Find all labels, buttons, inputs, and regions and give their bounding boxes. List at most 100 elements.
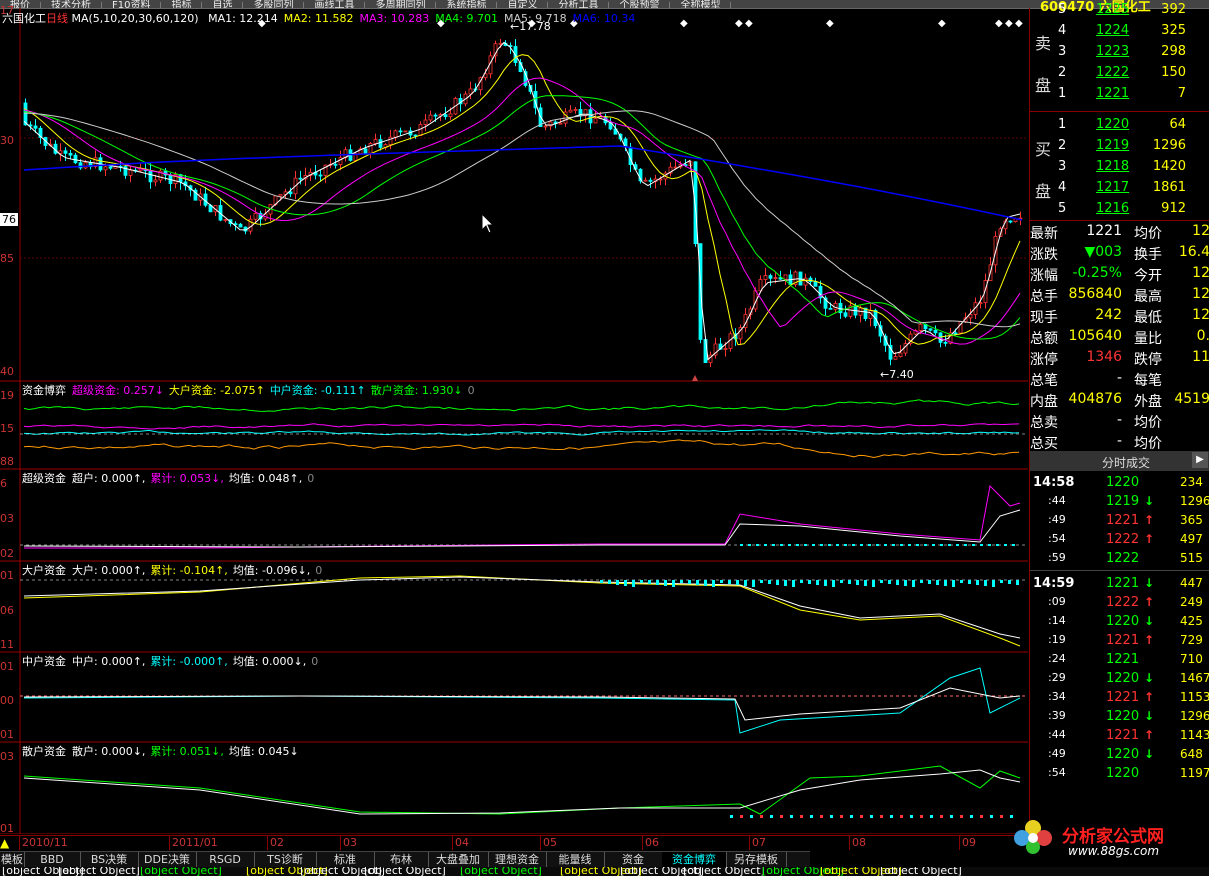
candle <box>418 124 423 137</box>
super-bar <box>868 544 871 546</box>
ma60-line <box>23 110 1021 328</box>
sells-vol: 298 <box>1161 44 1186 59</box>
chart-canvas[interactable]: ◆ ◆ ◆ ◆ ◆ ◆ ◆ ◆ ◆ ◆ ◆ ◆ <box>0 8 1028 834</box>
tab-11[interactable]: 资金 <box>604 852 663 868</box>
panel-value: 均值: 0.048↑, <box>228 472 303 485</box>
big-bar <box>840 580 843 583</box>
big-bar <box>936 580 939 585</box>
tab-6[interactable]: 标准 <box>316 852 375 868</box>
tick-time: :59 <box>1048 551 1066 564</box>
panel-value: 大户: 0.000↑, <box>72 564 146 577</box>
big-avg-line <box>23 576 1021 639</box>
panel-value: 0 <box>307 472 315 485</box>
candle <box>828 307 833 310</box>
tab-5[interactable]: TS诊断 <box>254 852 317 868</box>
super-bar <box>844 544 847 546</box>
date-label: 06 <box>645 836 659 849</box>
tab-3[interactable]: DDE决策 <box>138 852 197 868</box>
candle <box>573 109 578 111</box>
big-bar <box>912 580 915 587</box>
signal-marker: ◆ <box>745 18 753 29</box>
big-bar <box>968 580 971 584</box>
ticks-title: 分时成交 <box>1102 456 1151 470</box>
big-bar <box>832 580 835 587</box>
buys-level-row[interactable]: 3 1218 1420 <box>1030 157 1209 178</box>
super-bar <box>748 544 751 546</box>
status-item: [object Object] <box>460 867 542 876</box>
sells-level-row[interactable]: 1 1221 7 <box>1030 84 1209 105</box>
super-bar <box>836 544 839 546</box>
buys-level-row[interactable]: 1 1220 64 <box>1030 115 1209 136</box>
ticks-header[interactable]: 分时成交 ▶ <box>1030 451 1209 471</box>
tab-1[interactable]: BBD <box>24 852 81 868</box>
candle <box>333 163 338 166</box>
super-bar <box>980 544 983 546</box>
stat-v1: ▼003 <box>1084 244 1123 260</box>
big-bar <box>640 580 643 583</box>
tab-8[interactable]: 大盘叠加 <box>428 852 489 868</box>
candle <box>253 212 258 220</box>
panel-value: 大户资金: -2.075↑ <box>168 384 265 397</box>
sells-level-row[interactable]: 2 1222 150 <box>1030 63 1209 84</box>
candle <box>223 219 228 221</box>
tick-direction-icon: ↓ <box>1144 614 1155 628</box>
tab-2[interactable]: BS决策 <box>80 852 139 868</box>
chart-area[interactable]: ◆ ◆ ◆ ◆ ◆ ◆ ◆ ◆ ◆ ◆ ◆ ◆ <box>0 8 1028 834</box>
tick-direction-icon: ↓ <box>1144 576 1155 590</box>
super-bar <box>900 544 903 546</box>
super-cum-line <box>24 484 1021 549</box>
super-bar <box>996 544 999 546</box>
tick-row: :54 1220 1197 <box>1030 764 1209 783</box>
date-label: 08 <box>852 836 866 849</box>
candle <box>893 356 898 360</box>
tick-price: 1222 <box>1106 532 1140 547</box>
ticks-expand-icon[interactable]: ▶ <box>1192 452 1208 468</box>
candle <box>723 348 728 350</box>
tab-4[interactable]: RSGD <box>196 852 255 868</box>
sells-level-row[interactable]: 4 1224 325 <box>1030 21 1209 42</box>
candle <box>953 332 958 335</box>
watermark-logo: 分析家公式网 www.88gs.com <box>1008 816 1208 858</box>
sells-level-row[interactable]: 3 1223 298 <box>1030 42 1209 63</box>
big-bar <box>888 580 891 584</box>
buys-level-row[interactable]: 4 1217 1861 <box>1030 178 1209 199</box>
tab-0[interactable]: 模板 <box>0 852 25 868</box>
y-axis-label: 15 <box>0 422 14 435</box>
current-marker <box>692 375 698 381</box>
stat-l1: 总买 <box>1030 436 1058 452</box>
retail-avg-line <box>23 769 1021 815</box>
retail-bar <box>760 815 763 818</box>
sells-level-row[interactable]: 5 1225 392 <box>1030 0 1209 21</box>
tab-13[interactable]: 另存模板 <box>726 852 787 868</box>
signal-marker: ◆ <box>680 18 688 29</box>
tab-10[interactable]: 能量线 <box>546 852 605 868</box>
big-bar <box>608 580 611 584</box>
signal-marker: ◆ <box>995 18 1003 29</box>
super-bar <box>780 544 783 546</box>
super-bar <box>1012 544 1015 546</box>
tick-volume: 1143 <box>1180 728 1209 742</box>
tab-9[interactable]: 理想资金 <box>488 852 547 868</box>
retail-bar <box>810 815 813 818</box>
panel-value: 累计: -0.000↑, <box>150 655 228 668</box>
tick-time: :39 <box>1048 709 1066 722</box>
buys-level-row[interactable]: 5 1216 912 <box>1030 199 1209 220</box>
retail-bar <box>940 815 943 818</box>
big-bar <box>680 580 683 583</box>
low-price-label: ←7.40 <box>880 368 914 381</box>
stat-v2: 12 <box>1192 223 1209 239</box>
stat-l1: 涨跌 <box>1030 247 1058 263</box>
tab-prev-arrow[interactable]: ▲ <box>0 836 14 850</box>
stat-l2: 均价 <box>1134 415 1162 431</box>
tick-direction-icon: ↑ <box>1144 513 1155 527</box>
date-label: 2010/11 <box>22 836 68 849</box>
tab-7[interactable]: 布林 <box>374 852 429 868</box>
big-bar <box>744 580 747 586</box>
tab-12[interactable]: 资金博弈 <box>662 852 727 868</box>
big-bar <box>944 580 947 586</box>
big-bar <box>704 580 707 586</box>
big-bar <box>960 580 963 583</box>
buys-level-row[interactable]: 2 1219 1296 <box>1030 136 1209 157</box>
ma-value-4: MA4: 9.701 <box>435 12 498 25</box>
stat-l1: 涨幅 <box>1030 268 1058 284</box>
